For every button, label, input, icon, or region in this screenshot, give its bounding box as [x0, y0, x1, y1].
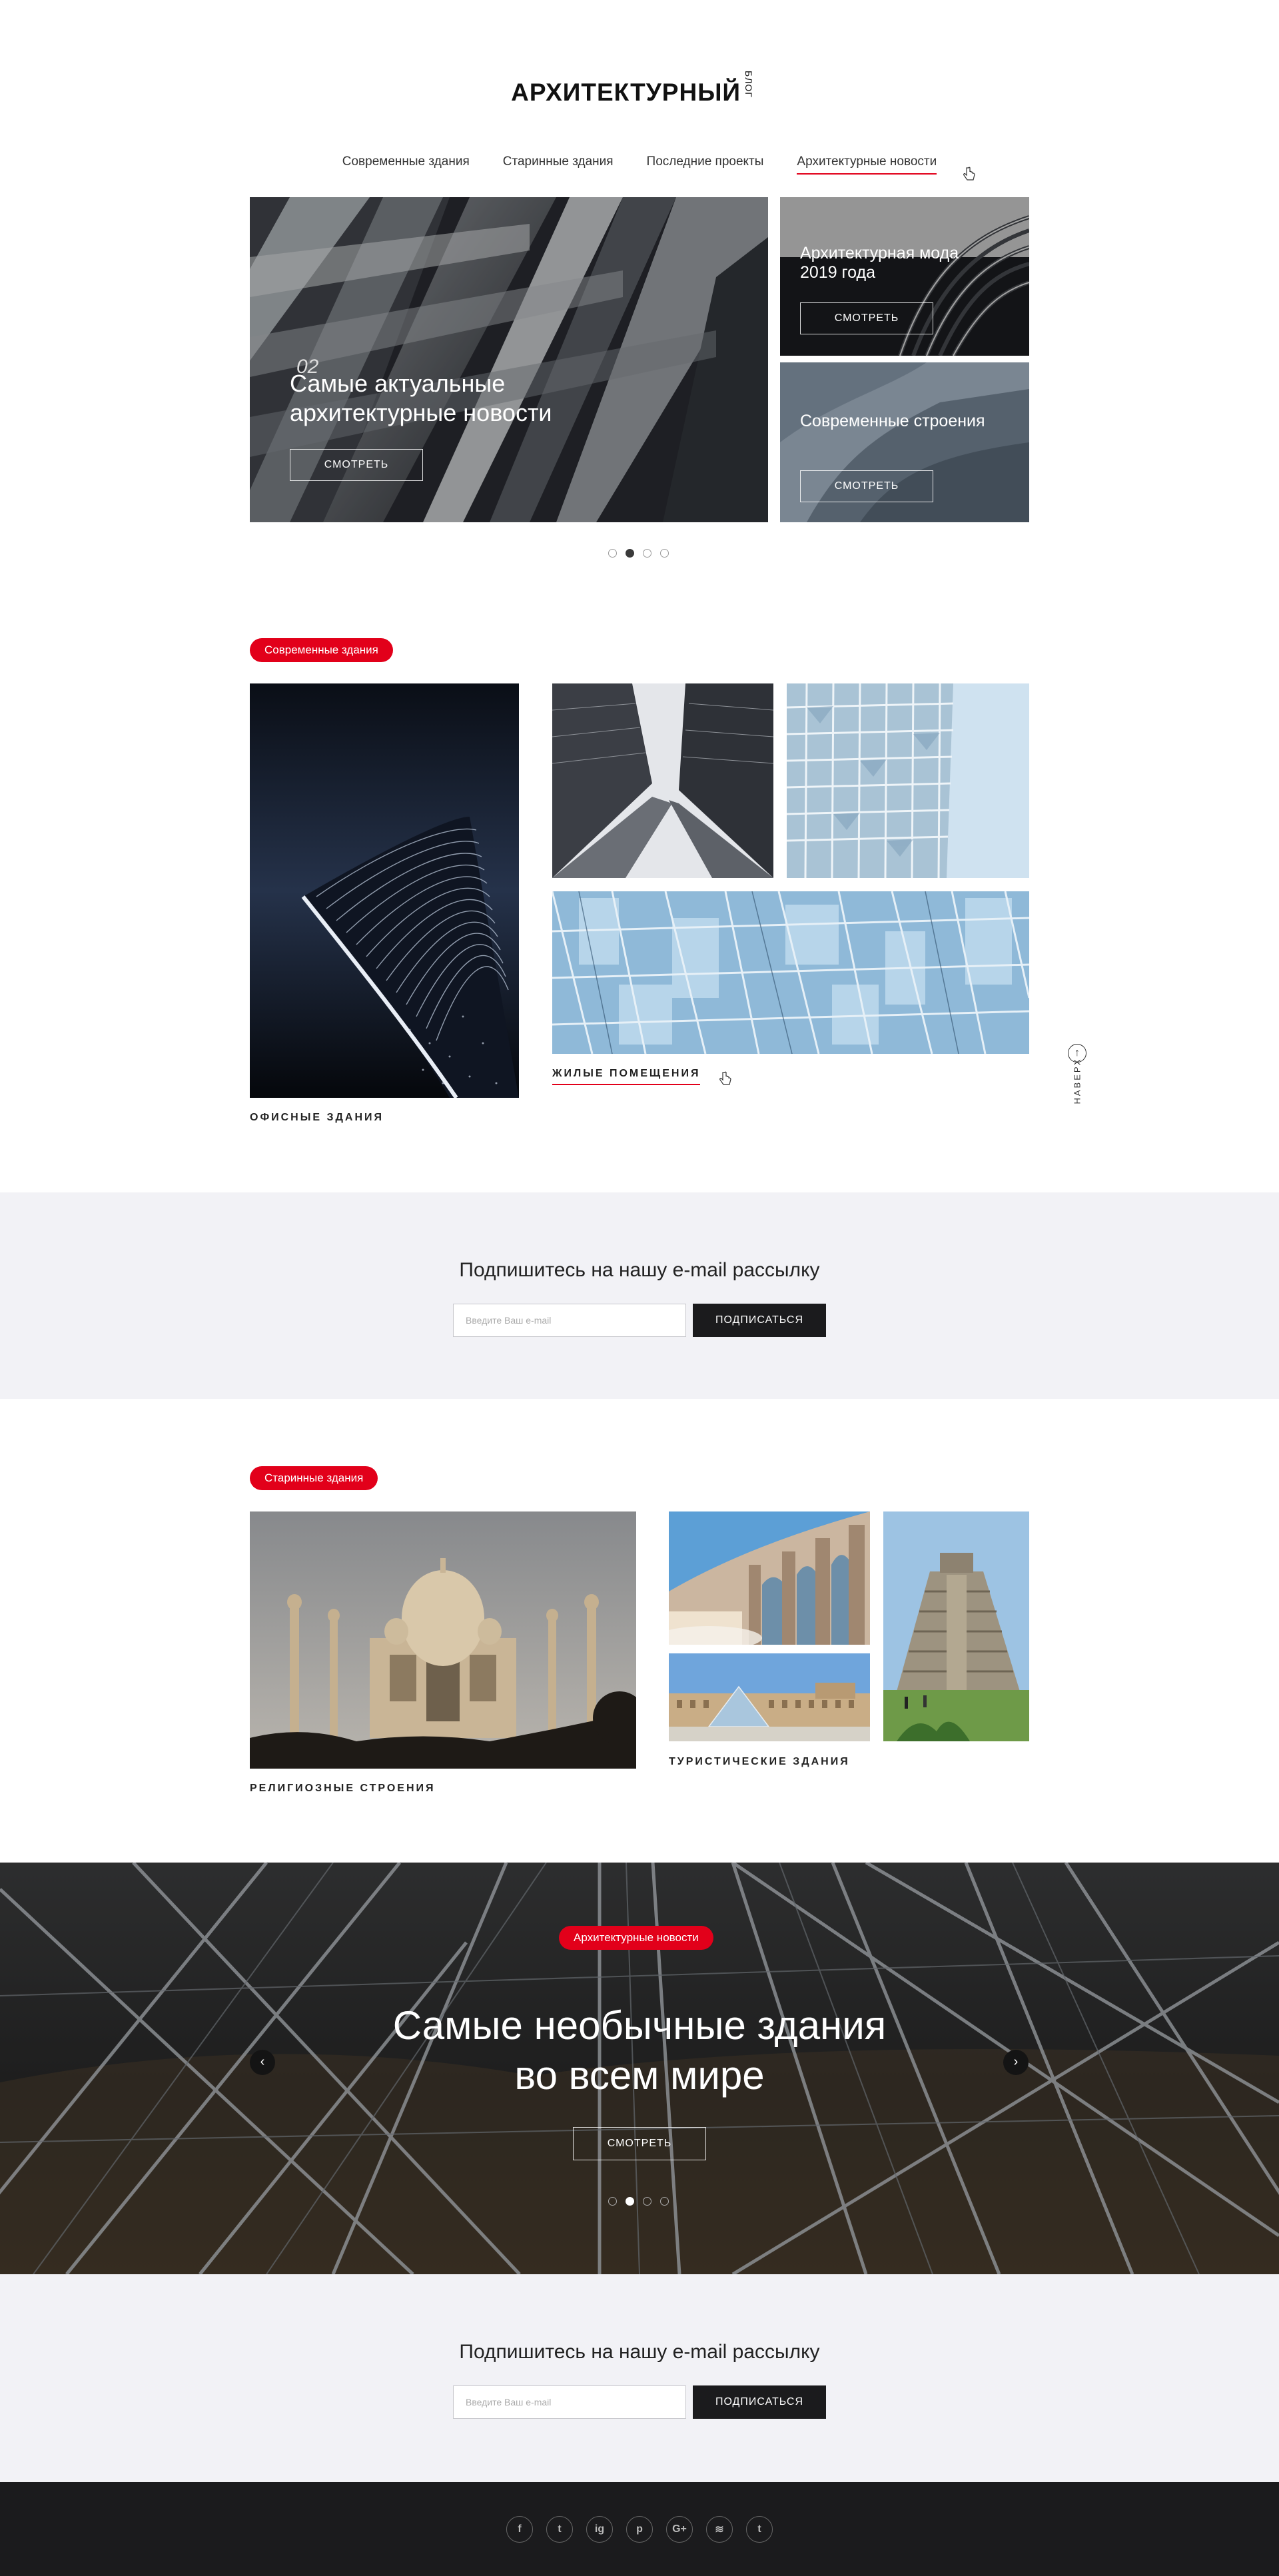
site-logo[interactable]: АРХИТЕКТУРНЫЙ БЛОГ — [0, 71, 1279, 107]
page: АРХИТЕКТУРНЫЙ БЛОГ Современные здания Ста… — [0, 0, 1279, 2576]
logo-subtitle: БЛОГ — [743, 71, 755, 98]
side-card-view-button[interactable]: СМОТРЕТЬ — [800, 470, 933, 502]
email-input[interactable] — [453, 1304, 686, 1337]
twitter-icon[interactable]: t — [546, 2516, 573, 2543]
social-links: f t ig p G+ ≋ t — [0, 2516, 1279, 2543]
residential-tile[interactable] — [552, 891, 1029, 1054]
logo-title: АРХИТЕКТУРНЫЙ — [511, 79, 741, 106]
banner-prev-arrow-icon[interactable]: ‹ — [250, 2050, 275, 2075]
hero-dot-2[interactable] — [626, 549, 634, 558]
religious-buildings-tile[interactable] — [250, 1511, 636, 1769]
skyscrapers-up-tile[interactable] — [552, 683, 773, 878]
banner-title-line-1: Самые необычные здания — [392, 2003, 887, 2048]
subscribe-button[interactable]: ПОДПИСАТЬСЯ — [693, 1304, 826, 1337]
hero-title: Самые актуальные архитектурные новости — [290, 370, 552, 426]
tumblr-icon[interactable]: t — [746, 2516, 773, 2543]
hero-dot-4[interactable] — [660, 549, 669, 558]
hand-cursor-icon — [719, 1071, 731, 1085]
banner-dot-2[interactable] — [626, 2197, 634, 2206]
louvre-image — [669, 1653, 870, 1741]
hero-pagination — [608, 549, 669, 558]
banner-dot-3[interactable] — [643, 2197, 651, 2206]
facebook-icon[interactable]: f — [506, 2516, 533, 2543]
banner-view-button[interactable]: СМОТРЕТЬ — [573, 2127, 706, 2160]
glass-facade-image — [787, 683, 1029, 878]
glass-wall-image — [552, 891, 1029, 1054]
hero-dot-3[interactable] — [643, 549, 651, 558]
pinterest-icon[interactable]: p — [626, 2516, 653, 2543]
category-badge-news[interactable]: Архитектурные новости — [559, 1926, 713, 1950]
subscribe-section: Подпишитесь на нашу e-mail рассылку ПОДП… — [0, 1192, 1279, 1399]
banner-dot-1[interactable] — [608, 2197, 617, 2206]
subscribe-title: Подпишитесь на нашу e-mail рассылку — [459, 1259, 820, 1281]
scroll-to-top[interactable]: ↑ НАВЕРХ — [1067, 1044, 1087, 1104]
subscribe-button[interactable]: ПОДПИСАТЬСЯ — [693, 2385, 826, 2419]
banner-pagination — [608, 2197, 669, 2206]
palace-colonnade-image — [669, 1511, 870, 1645]
louvre-tile[interactable] — [669, 1653, 870, 1741]
side-card-view-button[interactable]: СМОТРЕТЬ — [800, 302, 933, 334]
nav-architecture-news[interactable]: Архитектурные новости — [797, 155, 937, 175]
side-card-title: Архитектурная мода 2019 года — [800, 244, 959, 282]
nav-latest-projects[interactable]: Последние проекты — [647, 155, 764, 175]
palace-arches-tile[interactable] — [669, 1511, 870, 1645]
featured-banner: Архитектурные новости Самые необычные зд… — [0, 1863, 1279, 2274]
banner-dot-4[interactable] — [660, 2197, 669, 2206]
scroll-to-top-label: НАВЕРХ — [1072, 1057, 1082, 1104]
email-input[interactable] — [453, 2385, 686, 2419]
category-badge-modern[interactable]: Современные здания — [250, 638, 393, 662]
twisted-tower-image — [250, 683, 519, 1098]
caption-residential[interactable]: ЖИЛЫЕ ПОМЕЩЕНИЯ — [552, 1068, 701, 1085]
banner-title-line-2: во всем мире — [514, 2053, 765, 2098]
nav-old-buildings[interactable]: Старинные здания — [503, 155, 614, 175]
office-buildings-tile[interactable] — [250, 683, 519, 1098]
caption-tourist-buildings[interactable]: ТУРИСТИЧЕСКИЕ ЗДАНИЯ — [669, 1756, 850, 1768]
main-nav: Современные здания Старинные здания Посл… — [0, 155, 1279, 175]
hero-dot-1[interactable] — [608, 549, 617, 558]
subscribe-title: Подпишитесь на нашу e-mail рассылку — [459, 2341, 820, 2363]
hero-main-slide[interactable]: 02 Самые актуальные архитектурные новост… — [250, 197, 768, 522]
pyramid-tile[interactable] — [883, 1511, 1029, 1741]
hero-side-card-fashion[interactable]: Архитектурная мода 2019 года СМОТРЕТЬ — [780, 197, 1029, 356]
caption-office-buildings[interactable]: ОФИСНЫЕ ЗДАНИЯ — [250, 1112, 384, 1124]
banner-next-arrow-icon[interactable]: › — [1003, 2050, 1029, 2075]
soundcloud-icon[interactable]: ≋ — [706, 2516, 733, 2543]
skyscrapers-image — [552, 683, 773, 878]
hero-side-card-modern[interactable]: Современные строения СМОТРЕТЬ — [780, 362, 1029, 522]
taj-mahal-image — [250, 1511, 636, 1769]
google-plus-icon[interactable]: G+ — [666, 2516, 693, 2543]
category-badge-ancient[interactable]: Старинные здания — [250, 1466, 378, 1490]
footer: f t ig p G+ ≋ t — [0, 2482, 1279, 2576]
caption-religious-buildings[interactable]: РЕЛИГИОЗНЫЕ СТРОЕНИЯ — [250, 1783, 436, 1795]
nav-modern-buildings[interactable]: Современные здания — [342, 155, 470, 175]
chichen-itza-image — [883, 1511, 1029, 1741]
side-card-title: Современные строения — [800, 412, 985, 430]
instagram-icon[interactable]: ig — [586, 2516, 613, 2543]
glass-facade-tile[interactable] — [787, 683, 1029, 878]
subscribe-section-bottom: Подпишитесь на нашу e-mail рассылку ПОДП… — [0, 2274, 1279, 2482]
hero-view-button[interactable]: СМОТРЕТЬ — [290, 449, 423, 481]
hand-cursor-icon — [963, 167, 975, 181]
